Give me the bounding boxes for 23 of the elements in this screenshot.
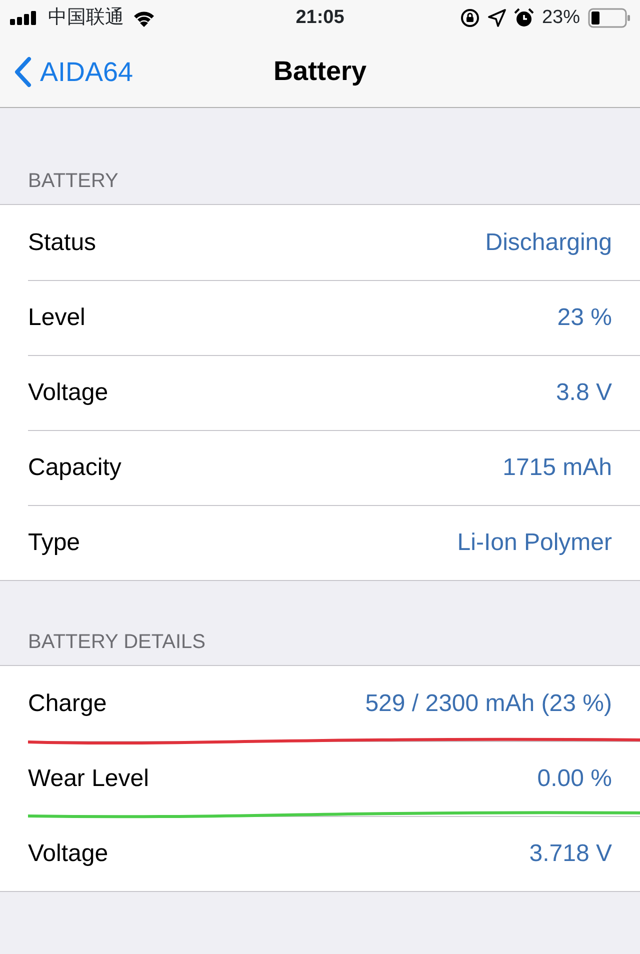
row-label: Charge <box>28 688 107 718</box>
row-label: Voltage <box>28 838 108 868</box>
row-label: Voltage <box>28 378 108 408</box>
row-label: Capacity <box>28 452 122 482</box>
row-value: 1715 mAh <box>502 452 612 482</box>
row-value: 0.00 % <box>537 764 612 794</box>
row-value: 23 % <box>557 302 612 332</box>
row-value: 3.8 V <box>556 378 612 408</box>
back-button[interactable]: AIDA64 <box>14 52 134 92</box>
row-value: Discharging <box>485 228 612 258</box>
section-header: BATTERY <box>27 169 118 194</box>
row-value: 529 / 2300 mAh (23 %) <box>365 688 612 718</box>
section-header: BATTERY DETAILS <box>27 630 206 655</box>
battery-percent: 23% <box>542 6 580 30</box>
clock-time: 21:05 <box>296 6 344 30</box>
row-value: 3.718 V <box>529 838 612 868</box>
row-label: Type <box>28 528 80 558</box>
screen-title: Battery <box>273 55 367 88</box>
row-label: Wear Level <box>28 764 149 794</box>
row-value: Li-Ion Polymer <box>457 528 612 558</box>
carrier-name: 中国联通 <box>48 6 124 30</box>
row-label: Status <box>28 228 96 258</box>
row-label: Level <box>28 302 86 332</box>
